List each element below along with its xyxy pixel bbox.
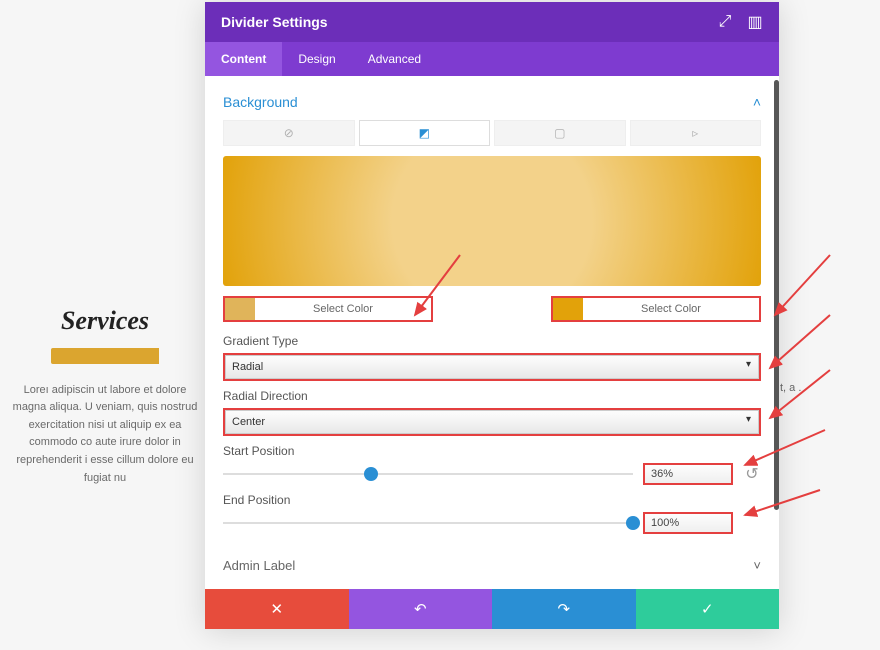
section-background-label: Background	[223, 94, 298, 110]
chevron-down-icon: ˅	[753, 558, 761, 573]
gradient-preview	[223, 156, 761, 286]
start-position-label: Start Position	[223, 444, 761, 458]
start-position-value[interactable]: 36%	[643, 463, 733, 485]
bg-type-image[interactable]: ▢	[494, 120, 626, 146]
end-position-label: End Position	[223, 493, 761, 507]
gradient-type-select-wrap: Radial	[223, 353, 761, 381]
start-position-thumb[interactable]	[364, 467, 378, 481]
columns-icon[interactable]: ▥	[747, 14, 763, 30]
modal-tabs: Content Design Advanced	[205, 42, 779, 76]
modal-title: Divider Settings	[221, 14, 328, 30]
color-swatch-1	[225, 298, 255, 320]
bg-type-gradient[interactable]: ◩	[359, 120, 491, 146]
tab-design[interactable]: Design	[282, 42, 351, 76]
modal-body: Background ˄ ⊘ ◩ ▢ ▹ Select Color Select…	[205, 76, 779, 589]
section-background-header[interactable]: Background ˄	[223, 88, 761, 120]
right-lorem-fragment: t, a .	[780, 380, 880, 398]
scrollbar-thumb[interactable]	[774, 80, 779, 510]
end-position-value[interactable]: 100%	[643, 512, 733, 534]
gradient-type-label: Gradient Type	[223, 334, 761, 348]
bg-type-color[interactable]: ⊘	[223, 120, 355, 146]
divider-settings-modal: Divider Settings ⤢ ▥ Content Design Adva…	[205, 2, 779, 629]
radial-direction-select-wrap: Center	[223, 408, 761, 436]
radial-direction-select[interactable]: Center	[225, 410, 759, 434]
expand-icon[interactable]: ⤢	[717, 14, 733, 30]
select-color-1[interactable]: Select Color	[223, 296, 433, 322]
services-underline	[51, 348, 159, 364]
bg-type-video[interactable]: ▹	[630, 120, 762, 146]
tab-content[interactable]: Content	[205, 42, 282, 76]
services-heading: Services	[0, 300, 210, 342]
modal-header: Divider Settings ⤢ ▥	[205, 2, 779, 42]
chevron-up-icon: ˄	[753, 94, 761, 110]
select-color-2-label: Select Color	[583, 298, 759, 320]
end-position-slider[interactable]	[223, 515, 633, 531]
services-lorem: Loreı adipiscin ut labore et dolore magn…	[0, 382, 210, 488]
gradient-type-select[interactable]: Radial	[225, 355, 759, 379]
select-color-1-label: Select Color	[255, 298, 431, 320]
redo-button[interactable]: ↷	[492, 589, 636, 629]
undo-button[interactable]: ↶	[349, 589, 493, 629]
select-color-2[interactable]: Select Color	[551, 296, 761, 322]
cancel-button[interactable]: ✕	[205, 589, 349, 629]
end-position-thumb[interactable]	[626, 516, 640, 530]
reset-start-position[interactable]: ↺	[743, 465, 761, 483]
modal-footer: ✕ ↶ ↷ ✓	[205, 589, 779, 629]
tab-advanced[interactable]: Advanced	[352, 42, 437, 76]
color-swatch-2	[553, 298, 583, 320]
radial-direction-label: Radial Direction	[223, 389, 761, 403]
section-admin-label-header[interactable]: Admin Label ˅	[223, 542, 761, 589]
admin-label-text: Admin Label	[223, 558, 295, 573]
background-type-tabs: ⊘ ◩ ▢ ▹	[223, 120, 761, 146]
save-button[interactable]: ✓	[636, 589, 780, 629]
start-position-slider[interactable]	[223, 466, 633, 482]
